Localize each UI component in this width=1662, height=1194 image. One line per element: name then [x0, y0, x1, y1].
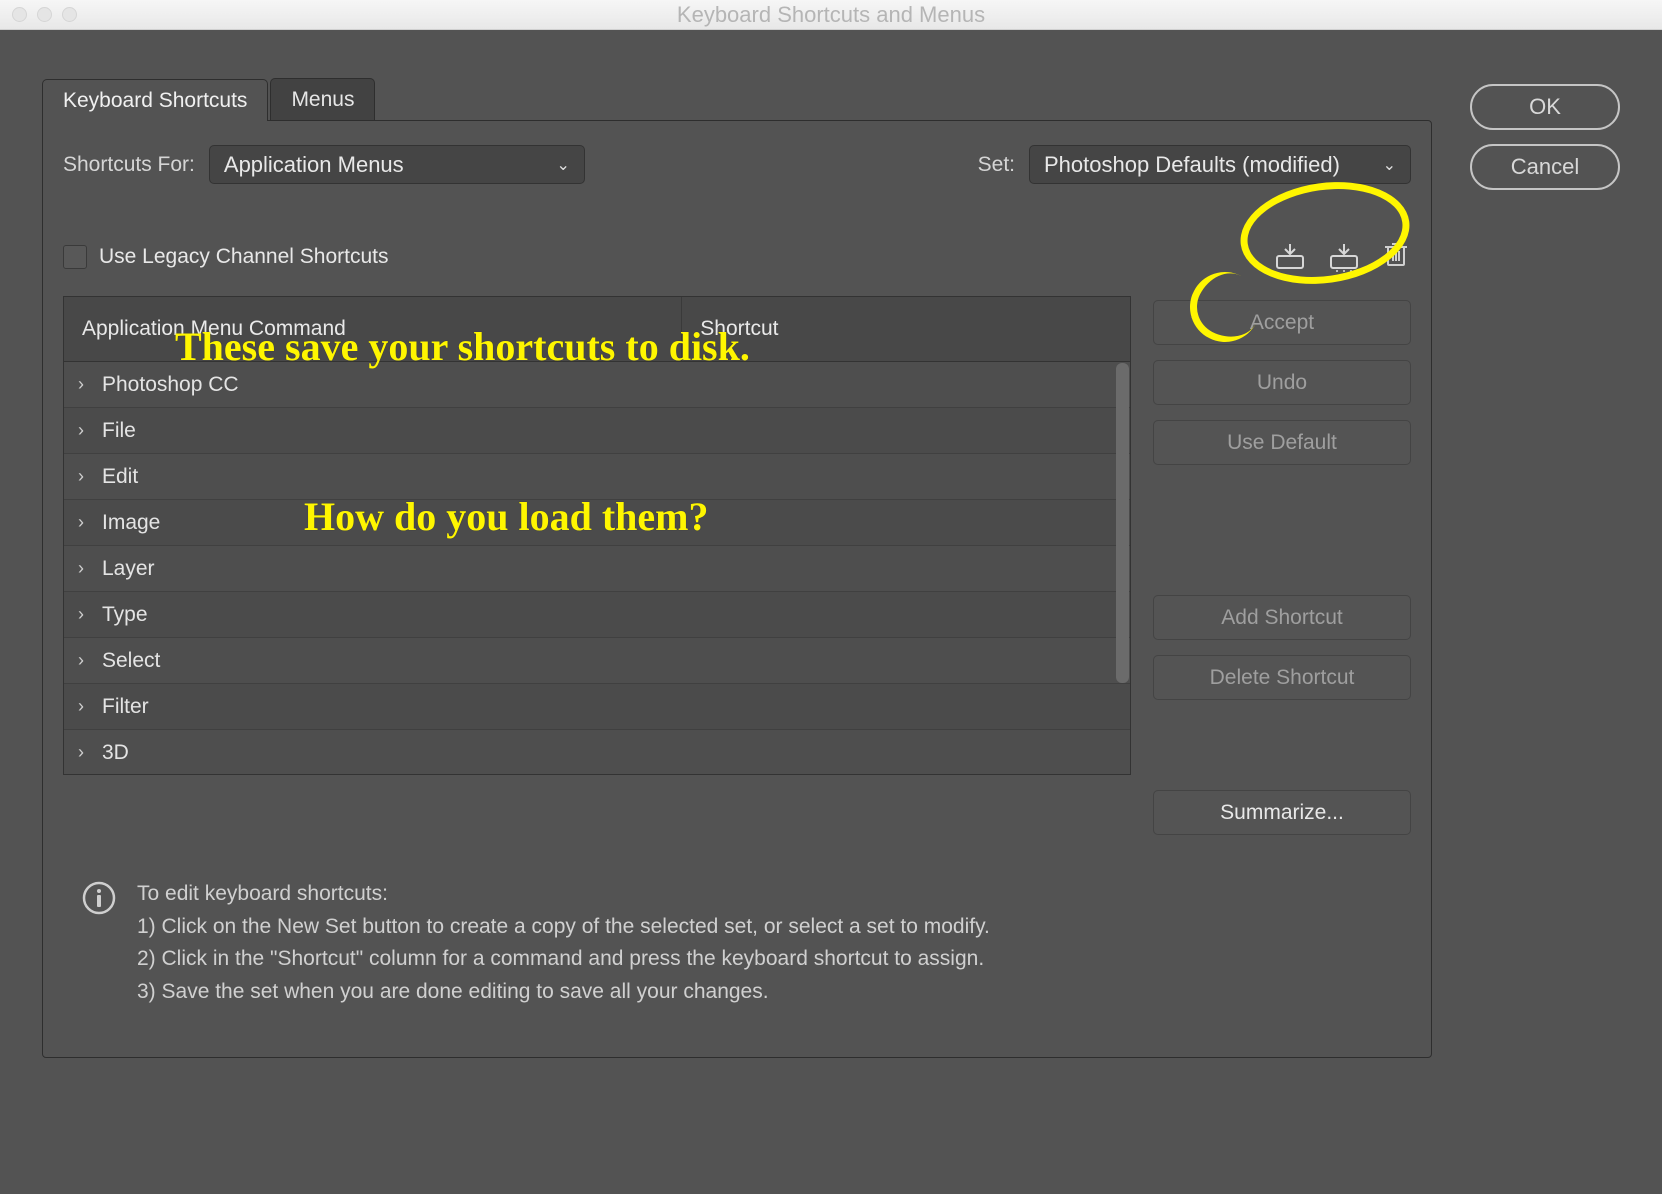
- column-command: Application Menu Command: [64, 297, 682, 361]
- body-flex: Application Menu Command Shortcut › Photo…: [63, 296, 1411, 835]
- row-label: 3D: [102, 741, 129, 765]
- disclosure-right-icon: ›: [78, 742, 96, 763]
- panel-box: Shortcuts For: Application Menus ⌄ Set: …: [42, 120, 1432, 1058]
- top-row: Shortcuts For: Application Menus ⌄ Set: …: [63, 145, 1411, 184]
- row-label: Edit: [102, 465, 138, 489]
- row-label: Type: [102, 603, 148, 627]
- info-box: To edit keyboard shortcuts: 1) Click on …: [63, 870, 1411, 1016]
- table-row[interactable]: › 3D: [64, 730, 1130, 775]
- disclosure-right-icon: ›: [78, 374, 96, 395]
- row-label: File: [102, 419, 136, 443]
- scrollbar-thumb[interactable]: [1116, 363, 1129, 683]
- table-row[interactable]: › Layer: [64, 546, 1130, 592]
- info-line: 1) Click on the New Set button to create…: [137, 911, 990, 944]
- dialog-root: Keyboard Shortcuts and Menus Keyboard Sh…: [0, 0, 1662, 1194]
- use-default-button[interactable]: Use Default: [1153, 420, 1411, 465]
- legacy-check-row: Use Legacy Channel Shortcuts: [63, 245, 389, 269]
- accept-button[interactable]: Accept: [1153, 300, 1411, 345]
- disclosure-right-icon: ›: [78, 466, 96, 487]
- column-shortcut: Shortcut: [682, 297, 1130, 361]
- add-shortcut-button[interactable]: Add Shortcut: [1153, 595, 1411, 640]
- disclosure-right-icon: ›: [78, 604, 96, 625]
- table-body[interactable]: ›Photoshop CC ›File ›Edit ›Image ›Layer …: [63, 361, 1131, 775]
- disclosure-right-icon: ›: [78, 512, 96, 533]
- undo-button[interactable]: Undo: [1153, 360, 1411, 405]
- save-set-icon[interactable]: [1273, 242, 1307, 272]
- disclosure-right-icon: ›: [78, 696, 96, 717]
- shortcuts-for-select[interactable]: Application Menus ⌄: [209, 145, 585, 184]
- set-action-icons: [1273, 239, 1411, 274]
- disclosure-right-icon: ›: [78, 650, 96, 671]
- delete-set-icon[interactable]: [1381, 239, 1411, 274]
- save-all-set-icon[interactable]: [1327, 242, 1361, 272]
- window-body: Keyboard Shortcuts Menus Shortcuts For: …: [0, 30, 1662, 1194]
- ok-button[interactable]: OK: [1470, 84, 1620, 130]
- info-line: 3) Save the set when you are done editin…: [137, 976, 990, 1009]
- delete-shortcut-button[interactable]: Delete Shortcut: [1153, 655, 1411, 700]
- shortcuts-for-label: Shortcuts For:: [63, 153, 195, 177]
- summarize-button[interactable]: Summarize...: [1153, 790, 1411, 835]
- use-legacy-label: Use Legacy Channel Shortcuts: [99, 245, 389, 269]
- options-row: Use Legacy Channel Shortcuts: [63, 239, 1411, 274]
- shortcuts-for-group: Shortcuts For: Application Menus ⌄: [63, 145, 585, 184]
- disclosure-right-icon: ›: [78, 420, 96, 441]
- tab-keyboard-shortcuts[interactable]: Keyboard Shortcuts: [42, 79, 268, 121]
- set-select[interactable]: Photoshop Defaults (modified) ⌄: [1029, 145, 1411, 184]
- dialog-right-buttons: OK Cancel: [1470, 78, 1620, 190]
- cancel-button[interactable]: Cancel: [1470, 144, 1620, 190]
- chevron-down-icon: ⌄: [556, 155, 569, 175]
- set-value: Photoshop Defaults (modified): [1044, 152, 1340, 178]
- table-row[interactable]: › Edit: [64, 454, 1130, 500]
- row-label: Image: [102, 511, 160, 535]
- window-title: Keyboard Shortcuts and Menus: [0, 2, 1662, 28]
- set-label: Set:: [978, 153, 1015, 177]
- row-label: Filter: [102, 695, 149, 719]
- table-row[interactable]: › Type: [64, 592, 1130, 638]
- table-row[interactable]: › Image: [64, 500, 1130, 546]
- shortcuts-for-value: Application Menus: [224, 152, 404, 178]
- row-label: Photoshop CC: [102, 373, 239, 397]
- titlebar: Keyboard Shortcuts and Menus: [0, 0, 1662, 30]
- table-row[interactable]: › File: [64, 408, 1130, 454]
- row-label: Select: [102, 649, 160, 673]
- table-row[interactable]: › Filter: [64, 684, 1130, 730]
- info-icon: [81, 880, 117, 1008]
- tab-bar: Keyboard Shortcuts Menus: [42, 78, 1432, 120]
- main-panel: Keyboard Shortcuts Menus Shortcuts For: …: [42, 78, 1432, 1058]
- side-buttons: Accept Undo Use Default Add Shortcut Del…: [1153, 296, 1411, 835]
- table-header: Application Menu Command Shortcut: [63, 296, 1131, 361]
- shortcuts-table: Application Menu Command Shortcut › Photo…: [63, 296, 1131, 835]
- use-legacy-checkbox[interactable]: [63, 245, 87, 269]
- row-label: Layer: [102, 557, 155, 581]
- info-line: 2) Click in the "Shortcut" column for a …: [137, 943, 990, 976]
- table-row[interactable]: › Photoshop CC: [64, 362, 1130, 408]
- set-group: Set: Photoshop Defaults (modified) ⌄: [978, 145, 1411, 184]
- table-row[interactable]: › Select: [64, 638, 1130, 684]
- tab-menus[interactable]: Menus: [270, 78, 375, 120]
- info-text: To edit keyboard shortcuts: 1) Click on …: [137, 878, 990, 1008]
- chevron-down-icon: ⌄: [1383, 155, 1396, 175]
- info-line: To edit keyboard shortcuts:: [137, 878, 990, 911]
- disclosure-right-icon: ›: [78, 558, 96, 579]
